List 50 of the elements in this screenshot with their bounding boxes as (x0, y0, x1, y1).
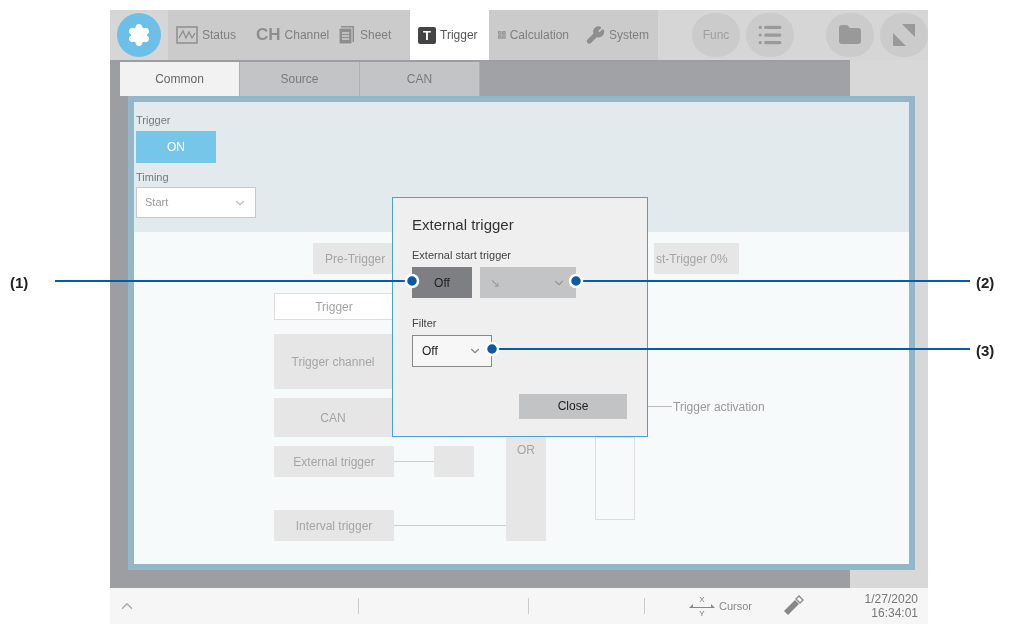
filter-label: Filter (412, 316, 438, 331)
sub-tab[interactable]: Common (120, 62, 240, 96)
diagram-block (434, 446, 474, 477)
usb-drive-icon (782, 595, 804, 617)
start-trigger-label: External start trigger (412, 247, 513, 263)
trigger-toggle[interactable]: ON (136, 130, 216, 163)
diagram-block: Trigger channel (274, 334, 392, 389)
top-tab[interactable]: Status (168, 10, 248, 60)
folder-button[interactable] (826, 13, 874, 57)
waveform-icon (176, 26, 198, 44)
channel-icon: CH (256, 22, 281, 48)
diagram-block: Interval trigger (274, 510, 394, 541)
date-text: 1/27/2020 (864, 592, 918, 606)
diagram-block: OR (506, 437, 546, 541)
diagram-block: External trigger (274, 446, 394, 477)
sheet-icon (338, 25, 356, 45)
sub-tab[interactable]: CAN (360, 62, 480, 96)
list-button[interactable] (746, 13, 794, 57)
settings-button[interactable] (117, 13, 161, 57)
callout-number: (1) (10, 273, 29, 293)
top-tab[interactable]: CH Channel (248, 10, 330, 60)
folder-icon (838, 23, 862, 47)
diagram-block: Trigger (274, 293, 394, 320)
sub-tab[interactable]: Source (240, 62, 360, 96)
close-button[interactable]: Close (519, 393, 627, 419)
top-tab[interactable]: Calculation (490, 10, 578, 60)
top-tab[interactable]: Sheet (330, 10, 410, 60)
callout-number: (3) (976, 341, 995, 361)
settings-icon (127, 23, 151, 47)
dialog-title: External trigger (412, 215, 515, 235)
x-axis-label: X (699, 594, 705, 604)
timing-label: Timing (136, 169, 170, 185)
diagram-block: CAN (274, 398, 392, 437)
wrench-icon (586, 24, 605, 46)
filter-dropdown[interactable]: Off (412, 334, 492, 367)
trigger-label: Trigger (136, 113, 172, 128)
top-tab[interactable]: System (578, 10, 658, 60)
timing-dropdown[interactable]: Start (136, 187, 256, 218)
trigger-icon: T (418, 26, 436, 44)
diagram-block: st-Trigger 0% (654, 243, 739, 274)
y-axis-label: Y (699, 608, 705, 618)
off-button[interactable]: Off (412, 267, 472, 298)
callout-number: (2) (976, 273, 995, 293)
trigger-activation-label: Trigger activation (673, 399, 765, 416)
expand-icon (893, 24, 915, 46)
time-text: 16:34:01 (871, 606, 918, 620)
cursor-button[interactable]: X Y Cursor (689, 594, 752, 618)
expand-button[interactable] (880, 13, 928, 57)
arrows-icon (689, 603, 715, 609)
top-tab[interactable]: T Trigger (410, 10, 490, 60)
